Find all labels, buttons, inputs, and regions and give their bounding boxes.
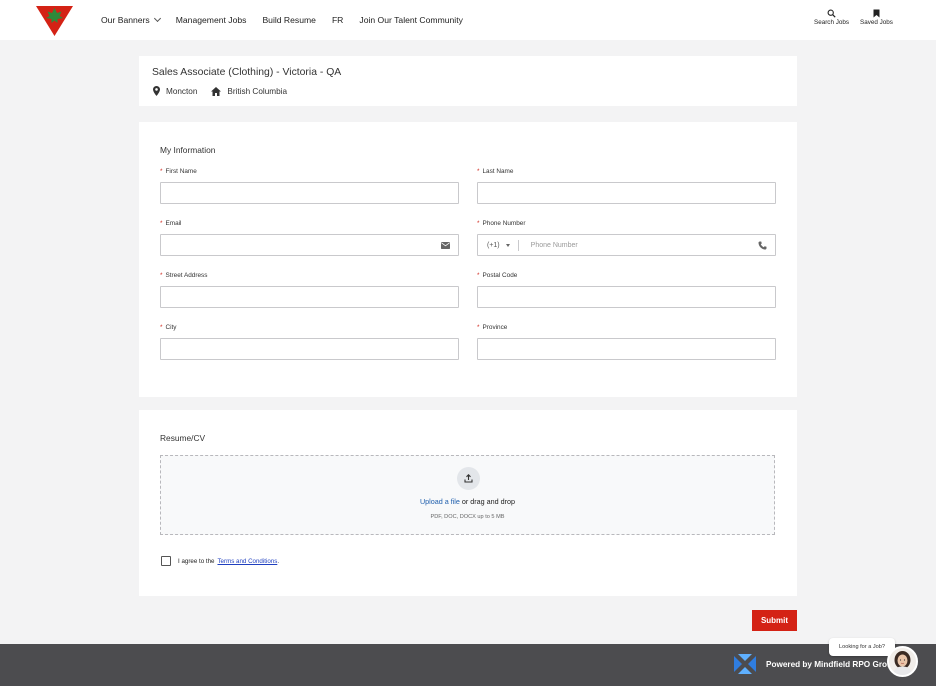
my-information-title: My Information xyxy=(160,145,216,155)
nav-our-banners-label: Our Banners xyxy=(101,15,150,25)
resume-dropzone[interactable]: Upload a file or drag and drop PDF, DOC,… xyxy=(160,455,775,535)
terms-link[interactable]: Terms and Conditions xyxy=(217,558,277,565)
job-city-label: Moncton xyxy=(166,86,198,96)
phone-icon xyxy=(758,241,767,250)
submit-button[interactable]: Submit xyxy=(752,610,797,631)
canadian-tire-logo[interactable] xyxy=(36,5,73,36)
search-jobs-label: Search Jobs xyxy=(814,19,850,26)
first-name-input[interactable] xyxy=(160,182,459,204)
phone-label: * Phone Number xyxy=(477,220,526,227)
last-name-input[interactable] xyxy=(477,182,776,204)
map-pin-icon xyxy=(153,86,160,96)
nav-fr[interactable]: FR xyxy=(332,15,343,25)
nav-management-jobs[interactable]: Management Jobs xyxy=(176,15,247,25)
caret-down-icon xyxy=(505,243,510,247)
job-province-label: British Columbia xyxy=(227,86,288,96)
upload-file-link[interactable]: Upload a file xyxy=(420,497,460,506)
nav-fr-label: FR xyxy=(331,15,344,25)
required-marker: * xyxy=(160,324,163,331)
main-nav: Our Banners Management Jobs Build Resume… xyxy=(101,0,479,40)
required-marker: * xyxy=(477,324,480,331)
required-marker: * xyxy=(477,168,480,175)
job-city: Moncton xyxy=(153,86,197,96)
last-name-label: * Last Name xyxy=(477,168,514,175)
my-information-card: My Information * First Name * Last Name * E… xyxy=(139,122,797,397)
divider xyxy=(517,239,519,251)
agree-prefix: I agree to the xyxy=(178,557,215,565)
resume-title: Resume/CV xyxy=(160,433,206,443)
required-marker: * xyxy=(160,220,163,227)
saved-jobs-label: Saved Jobs xyxy=(860,19,893,26)
required-marker: * xyxy=(160,168,163,175)
search-jobs-button[interactable]: Search Jobs xyxy=(814,8,849,26)
nav-talent-community[interactable]: Join Our Talent Community xyxy=(359,15,463,25)
chevron-down-icon xyxy=(153,14,161,23)
postal-code-label: * Postal Code xyxy=(477,272,518,279)
search-icon xyxy=(827,8,836,19)
job-title: Sales Associate (Clothing) - Victoria - … xyxy=(152,67,342,78)
country-code-value: (+1) xyxy=(487,241,500,249)
job-location: Moncton British Columbia xyxy=(153,86,301,96)
nav-build-resume[interactable]: Build Resume xyxy=(262,15,316,25)
city-label: * City xyxy=(160,324,177,331)
site-header: Our Banners Management Jobs Build Resume… xyxy=(0,0,936,40)
nav-our-banners[interactable]: Our Banners xyxy=(101,14,161,25)
email-label: * Email xyxy=(160,220,182,227)
bookmark-icon xyxy=(873,8,880,19)
upload-drag-text: or drag and drop xyxy=(459,497,516,506)
terms-checkbox[interactable] xyxy=(161,556,171,566)
email-input[interactable] xyxy=(160,234,459,256)
phone-input[interactable]: Phone Number xyxy=(531,242,578,249)
saved-jobs-button[interactable]: Saved Jobs xyxy=(860,8,893,26)
mindfield-logo xyxy=(734,654,756,674)
chat-prompt-bubble[interactable]: Looking for a Job? xyxy=(829,638,895,656)
resume-card: Resume/CV Upload a file or drag and drop… xyxy=(139,410,797,596)
upload-icon xyxy=(457,467,480,490)
street-address-label: * Street Address xyxy=(160,272,208,279)
upload-instructions: Upload a file or drag and drop xyxy=(161,497,774,506)
province-input[interactable] xyxy=(477,338,776,360)
street-address-input[interactable] xyxy=(160,286,459,308)
country-code-select[interactable]: (+1) xyxy=(487,242,510,249)
agree-suffix: . xyxy=(277,557,280,565)
required-marker: * xyxy=(477,220,480,227)
nav-build-resume-label: Build Resume xyxy=(262,15,316,25)
phone-field: (+1) Phone Number xyxy=(477,234,776,256)
city-input[interactable] xyxy=(160,338,459,360)
required-marker: * xyxy=(160,272,163,279)
envelope-icon xyxy=(441,242,450,249)
postal-code-input[interactable] xyxy=(477,286,776,308)
terms-agreement: I agree to the Terms and Conditions . xyxy=(161,556,279,566)
job-summary-card: Sales Associate (Clothing) - Victoria - … xyxy=(139,56,797,106)
site-footer: Powered by Mindfield RPO Group Inc. xyxy=(0,644,936,686)
home-icon xyxy=(211,86,222,96)
upload-file-types: PDF, DOC, DOCX up to 5 MB xyxy=(430,514,505,520)
required-marker: * xyxy=(477,272,480,279)
province-label: * Province xyxy=(477,324,508,331)
nav-talent-community-label: Join Our Talent Community xyxy=(359,15,463,25)
nav-management-jobs-label: Management Jobs xyxy=(175,15,247,25)
job-province: British Columbia xyxy=(211,86,288,96)
first-name-label: * First Name xyxy=(160,168,197,175)
chat-avatar-icon[interactable] xyxy=(887,646,918,677)
